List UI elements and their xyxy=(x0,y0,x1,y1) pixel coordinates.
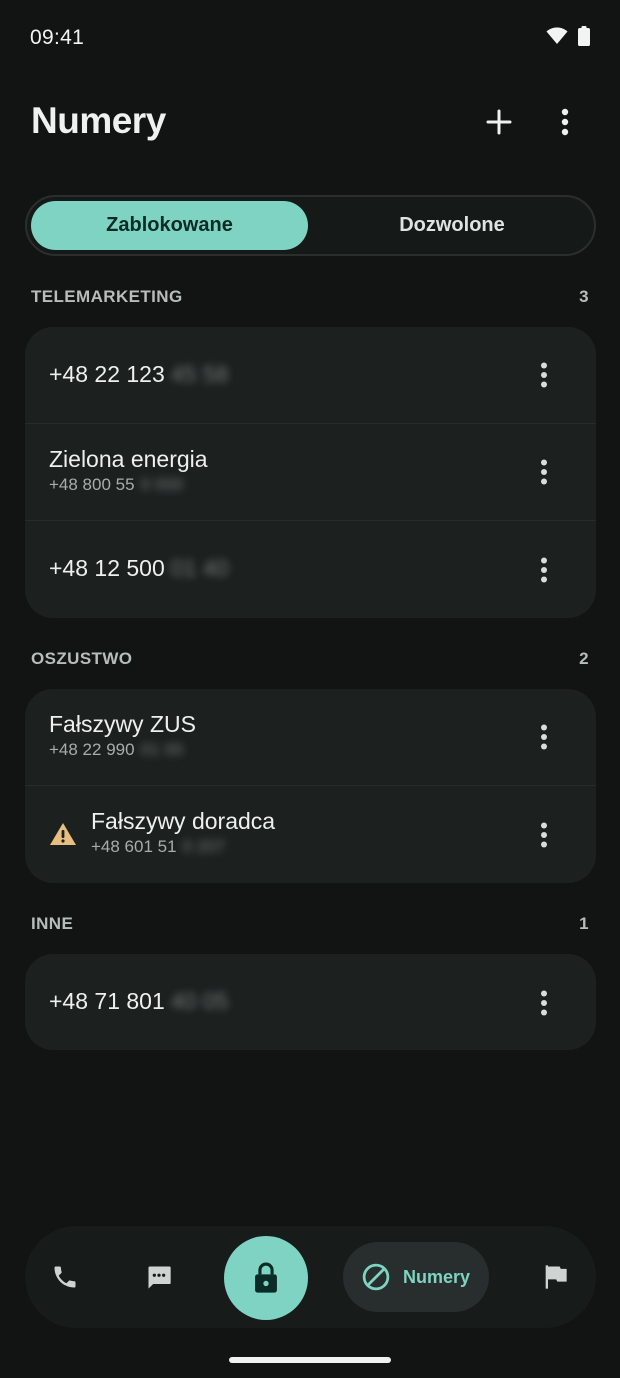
phone-number: +48 800 55 xyxy=(49,475,135,494)
number-primary: +48 71 801 40 05 xyxy=(49,988,228,1015)
block-icon xyxy=(362,1263,390,1291)
phone-icon xyxy=(54,1266,76,1288)
tab-zablokowane[interactable]: Zablokowane xyxy=(31,201,308,250)
status-icons xyxy=(546,26,590,46)
add-number-button[interactable] xyxy=(475,98,523,146)
hidden-digits: 01 00 xyxy=(140,740,184,759)
status-bar: 09:41 xyxy=(0,0,620,76)
contact-name: Zielona energia xyxy=(49,446,208,472)
section-count: 3 xyxy=(579,287,589,306)
hidden-digits: 45 58 xyxy=(170,361,229,387)
item-more-button[interactable] xyxy=(528,983,560,1023)
nav-numbers[interactable]: Numery xyxy=(343,1242,489,1312)
contact-name: Fałszywy doradca xyxy=(91,808,276,834)
more-vertical-icon xyxy=(541,990,547,1015)
card-inne: +48 71 801 40 05 xyxy=(25,954,596,1050)
nav-messages[interactable] xyxy=(135,1226,183,1328)
more-vertical-icon xyxy=(541,557,547,582)
section-header-telemarketing: TELEMARKETING 3 xyxy=(31,285,589,309)
warning-icon xyxy=(50,823,76,845)
list-item[interactable]: +48 22 123 45 58 xyxy=(25,327,596,424)
nav-numbers-label: Numery xyxy=(403,1266,471,1287)
number-secondary: +48 601 51 0 207 xyxy=(91,837,225,857)
hidden-digits: 0 000 xyxy=(140,475,184,494)
card-oszustwo: Fałszywy ZUS +48 22 990 01 00 Fałszywy d… xyxy=(25,689,596,883)
more-vertical-icon xyxy=(561,108,569,136)
number-secondary: +48 800 55 0 000 xyxy=(49,475,183,495)
nav-reports[interactable] xyxy=(531,1226,579,1328)
more-vertical-icon xyxy=(541,822,547,847)
status-time: 09:41 xyxy=(30,26,85,49)
more-vertical-icon xyxy=(541,459,547,485)
contact-name: Fałszywy ZUS xyxy=(49,711,196,737)
item-more-button[interactable] xyxy=(528,355,560,395)
phone-number: +48 22 990 xyxy=(49,740,135,759)
battery-icon xyxy=(578,26,590,46)
flag-icon xyxy=(545,1265,567,1289)
section-title: INNE xyxy=(31,914,74,933)
item-more-button[interactable] xyxy=(528,550,560,590)
hidden-digits: 40 05 xyxy=(170,988,229,1014)
section-header-oszustwo: OSZUSTWO 2 xyxy=(31,647,589,671)
phone-number: +48 601 51 xyxy=(91,837,177,856)
phone-number: +48 12 500 xyxy=(49,555,165,581)
plus-icon xyxy=(486,109,512,135)
lock-fab-button[interactable] xyxy=(224,1236,308,1320)
phone-number: +48 71 801 xyxy=(49,988,165,1014)
hidden-digits: 0 207 xyxy=(182,837,226,856)
card-telemarketing: +48 22 123 45 58 Zielona energia +48 800… xyxy=(25,327,596,618)
section-count: 2 xyxy=(579,649,589,668)
section-count: 1 xyxy=(579,914,589,933)
list-item[interactable]: +48 12 500 01 40 xyxy=(25,521,596,618)
section-title: OSZUSTWO xyxy=(31,649,133,668)
number-primary: +48 22 123 45 58 xyxy=(49,361,228,388)
section-header-inne: INNE 1 xyxy=(31,912,589,936)
bottom-navigation: Numery xyxy=(25,1226,596,1328)
overflow-menu-button[interactable] xyxy=(541,98,589,146)
segmented-tabs: Zablokowane Dozwolone xyxy=(25,195,596,256)
item-more-button[interactable] xyxy=(528,815,560,855)
lock-icon xyxy=(255,1262,277,1293)
list-item[interactable]: +48 71 801 40 05 xyxy=(25,954,596,1050)
home-indicator[interactable] xyxy=(229,1357,391,1363)
list-item[interactable]: Fałszywy doradca +48 601 51 0 207 xyxy=(25,786,596,883)
number-primary: +48 12 500 01 40 xyxy=(49,555,228,582)
page-title: Numery xyxy=(31,100,166,141)
wifi-icon xyxy=(546,27,568,44)
phone-number: +48 22 123 xyxy=(49,361,165,387)
more-vertical-icon xyxy=(541,724,547,750)
hidden-digits: 01 40 xyxy=(170,555,229,581)
item-more-button[interactable] xyxy=(528,452,560,492)
nav-calls[interactable] xyxy=(41,1226,89,1328)
tab-dozwolone[interactable]: Dozwolone xyxy=(312,201,592,250)
more-vertical-icon xyxy=(541,362,547,388)
list-item[interactable]: Fałszywy ZUS +48 22 990 01 00 xyxy=(25,689,596,786)
section-title: TELEMARKETING xyxy=(31,287,183,306)
list-item[interactable]: Zielona energia +48 800 55 0 000 xyxy=(25,424,596,521)
app-bar: Numery xyxy=(0,90,620,156)
message-icon xyxy=(148,1266,171,1289)
item-more-button[interactable] xyxy=(528,717,560,757)
number-secondary: +48 22 990 01 00 xyxy=(49,740,183,760)
